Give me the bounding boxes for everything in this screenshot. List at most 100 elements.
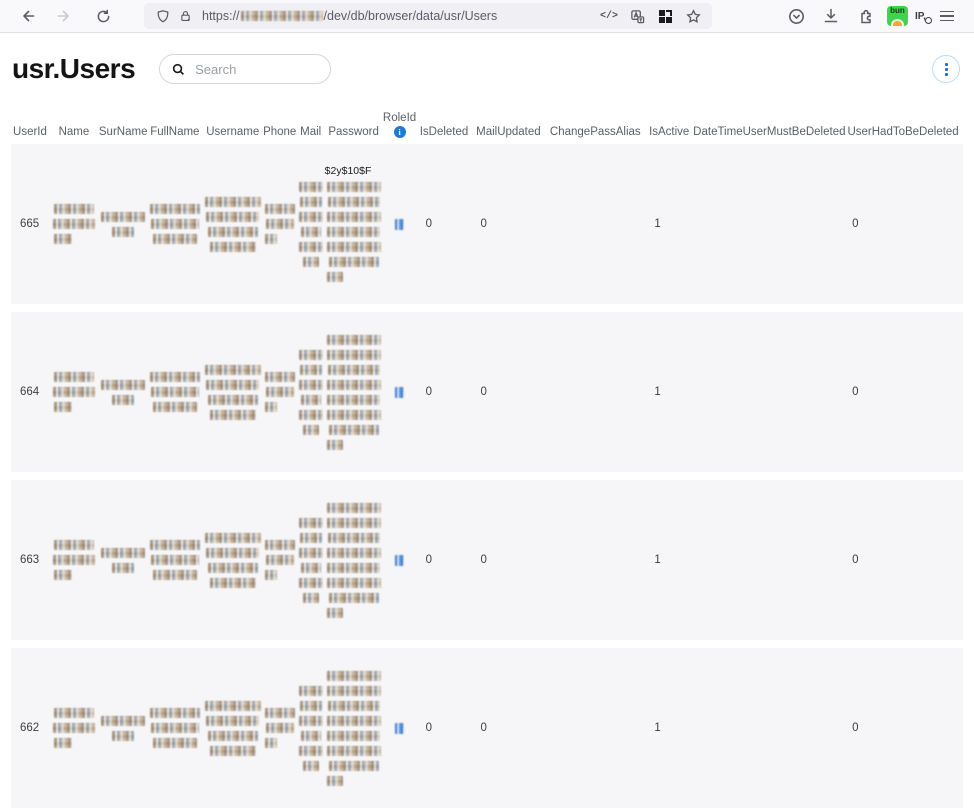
col-header-surname[interactable]: SurName xyxy=(99,126,147,138)
cell-username-redacted[interactable] xyxy=(203,312,263,472)
cell-userhadtobedeleted[interactable]: 0 xyxy=(843,648,963,808)
cell-username-redacted[interactable] xyxy=(203,648,263,808)
url-bar[interactable]: https:///dev/db/browser/data/usr/Users <… xyxy=(144,3,712,29)
cell-fullname-redacted[interactable] xyxy=(147,144,203,304)
cell-userhadtobedeleted[interactable]: 0 xyxy=(843,480,963,640)
cell-surname-redacted[interactable] xyxy=(99,144,147,304)
cell-surname-redacted[interactable] xyxy=(99,312,147,472)
cell-phone-redacted[interactable] xyxy=(263,648,297,808)
cell-isdeleted[interactable]: 0 xyxy=(417,144,472,304)
cell-changepassalias[interactable] xyxy=(545,648,645,808)
cell-mail-redacted[interactable] xyxy=(297,144,325,304)
extensions-button[interactable] xyxy=(852,3,880,29)
cell-isactive[interactable]: 1 xyxy=(645,312,693,472)
table-row[interactable]: 662 0 0 1 0 xyxy=(11,648,963,808)
table-row[interactable]: 664 0 0 1 0 xyxy=(11,312,963,472)
account-chevron-button[interactable] xyxy=(782,3,810,29)
reader-code-icon[interactable]: </> xyxy=(598,5,620,27)
lock-icon[interactable] xyxy=(174,5,196,27)
cell-password-redacted[interactable] xyxy=(325,648,383,808)
cell-username-redacted[interactable] xyxy=(203,480,263,640)
shield-icon[interactable] xyxy=(152,5,174,27)
cell-changepassalias[interactable] xyxy=(545,312,645,472)
ip-lookup-extension-icon[interactable]: IP, xyxy=(915,11,926,22)
col-header-name[interactable]: Name xyxy=(49,126,99,138)
table-row[interactable]: 665 $2y$10$F 0 0 1 xyxy=(11,144,963,304)
cell-roleid-redacted[interactable] xyxy=(383,480,417,640)
cell-datetimeusermustbedeleted[interactable] xyxy=(693,144,843,304)
menu-button[interactable] xyxy=(933,3,961,29)
cell-userid[interactable]: 663 xyxy=(11,480,49,640)
cell-isactive[interactable]: 1 xyxy=(645,480,693,640)
reload-button[interactable] xyxy=(88,3,118,29)
url-prefix: https:// xyxy=(202,9,240,23)
col-header-mail[interactable]: Mail xyxy=(297,126,325,138)
cell-phone-redacted[interactable] xyxy=(263,480,297,640)
cell-userid[interactable]: 662 xyxy=(11,648,49,808)
cell-userhadtobedeleted[interactable]: 0 xyxy=(843,312,963,472)
info-icon[interactable]: i xyxy=(394,126,406,138)
col-header-isdeleted[interactable]: IsDeleted xyxy=(417,126,472,138)
cell-datetimeusermustbedeleted[interactable] xyxy=(693,312,843,472)
cell-roleid-redacted[interactable] xyxy=(383,312,417,472)
cell-mailupdated[interactable]: 0 xyxy=(472,648,546,808)
col-header-phone[interactable]: Phone xyxy=(263,126,297,138)
cell-datetimeusermustbedeleted[interactable] xyxy=(693,480,843,640)
col-header-changepassalias[interactable]: ChangePassAlias xyxy=(545,126,645,138)
col-header-isactive[interactable]: IsActive xyxy=(645,126,693,138)
bun-extension-icon[interactable]: bun xyxy=(887,6,908,26)
table-options-button[interactable] xyxy=(932,55,960,83)
cell-mail-redacted[interactable] xyxy=(297,312,325,472)
cell-isactive[interactable]: 1 xyxy=(645,144,693,304)
col-header-datetimeusermustbedeleted[interactable]: DateTimeUserMustBeDeleted xyxy=(693,126,843,138)
cell-changepassalias[interactable] xyxy=(545,480,645,640)
cell-isdeleted[interactable]: 0 xyxy=(417,480,472,640)
cell-name-redacted[interactable] xyxy=(49,648,99,808)
cell-name-redacted[interactable] xyxy=(49,480,99,640)
cell-mail-redacted[interactable] xyxy=(297,480,325,640)
cell-mailupdated[interactable]: 0 xyxy=(472,480,546,640)
cell-password-redacted[interactable] xyxy=(325,480,383,640)
col-header-roleid[interactable]: RoleId i xyxy=(383,112,417,138)
cell-name-redacted[interactable] xyxy=(49,312,99,472)
cell-name-redacted[interactable] xyxy=(49,144,99,304)
col-header-userid[interactable]: UserId xyxy=(11,126,49,138)
cell-fullname-redacted[interactable] xyxy=(147,480,203,640)
cell-userid[interactable]: 665 xyxy=(11,144,49,304)
col-header-userhadtobedeleted[interactable]: UserHadToBeDeleted xyxy=(843,126,963,138)
back-button[interactable] xyxy=(12,3,42,29)
cell-roleid-redacted[interactable] xyxy=(383,144,417,304)
cell-password-redacted[interactable] xyxy=(325,312,383,472)
col-header-password[interactable]: Password xyxy=(325,126,383,138)
cell-fullname-redacted[interactable] xyxy=(147,312,203,472)
cell-mailupdated[interactable]: 0 xyxy=(472,312,546,472)
cell-mail-redacted[interactable] xyxy=(297,648,325,808)
bookmark-star-icon[interactable] xyxy=(682,5,704,27)
col-header-username[interactable]: Username xyxy=(203,126,263,138)
cell-userid[interactable]: 664 xyxy=(11,312,49,472)
cell-userhadtobedeleted[interactable]: 0 xyxy=(843,144,963,304)
cell-username-redacted[interactable] xyxy=(203,144,263,304)
search-input[interactable] xyxy=(193,61,317,78)
col-header-fullname[interactable]: FullName xyxy=(147,126,203,138)
cell-datetimeusermustbedeleted[interactable] xyxy=(693,648,843,808)
cell-surname-redacted[interactable] xyxy=(99,648,147,808)
cell-roleid-redacted[interactable] xyxy=(383,648,417,808)
cell-isactive[interactable]: 1 xyxy=(645,648,693,808)
translate-icon[interactable] xyxy=(626,5,648,27)
cell-fullname-redacted[interactable] xyxy=(147,648,203,808)
cell-surname-redacted[interactable] xyxy=(99,480,147,640)
cell-mailupdated[interactable]: 0 xyxy=(472,144,546,304)
table-row[interactable]: 663 0 0 1 0 xyxy=(11,480,963,640)
screenshot-grid-icon[interactable] xyxy=(654,5,676,27)
cell-phone-redacted[interactable] xyxy=(263,312,297,472)
cell-password-redacted[interactable]: $2y$10$F xyxy=(325,144,383,304)
cell-isdeleted[interactable]: 0 xyxy=(417,648,472,808)
downloads-button[interactable] xyxy=(817,3,845,29)
cell-changepassalias[interactable] xyxy=(545,144,645,304)
forward-button[interactable] xyxy=(50,3,80,29)
col-header-mailupdated[interactable]: MailUpdated xyxy=(471,126,545,138)
cell-isdeleted[interactable]: 0 xyxy=(417,312,472,472)
cell-phone-redacted[interactable] xyxy=(263,144,297,304)
search-box[interactable] xyxy=(159,54,331,84)
